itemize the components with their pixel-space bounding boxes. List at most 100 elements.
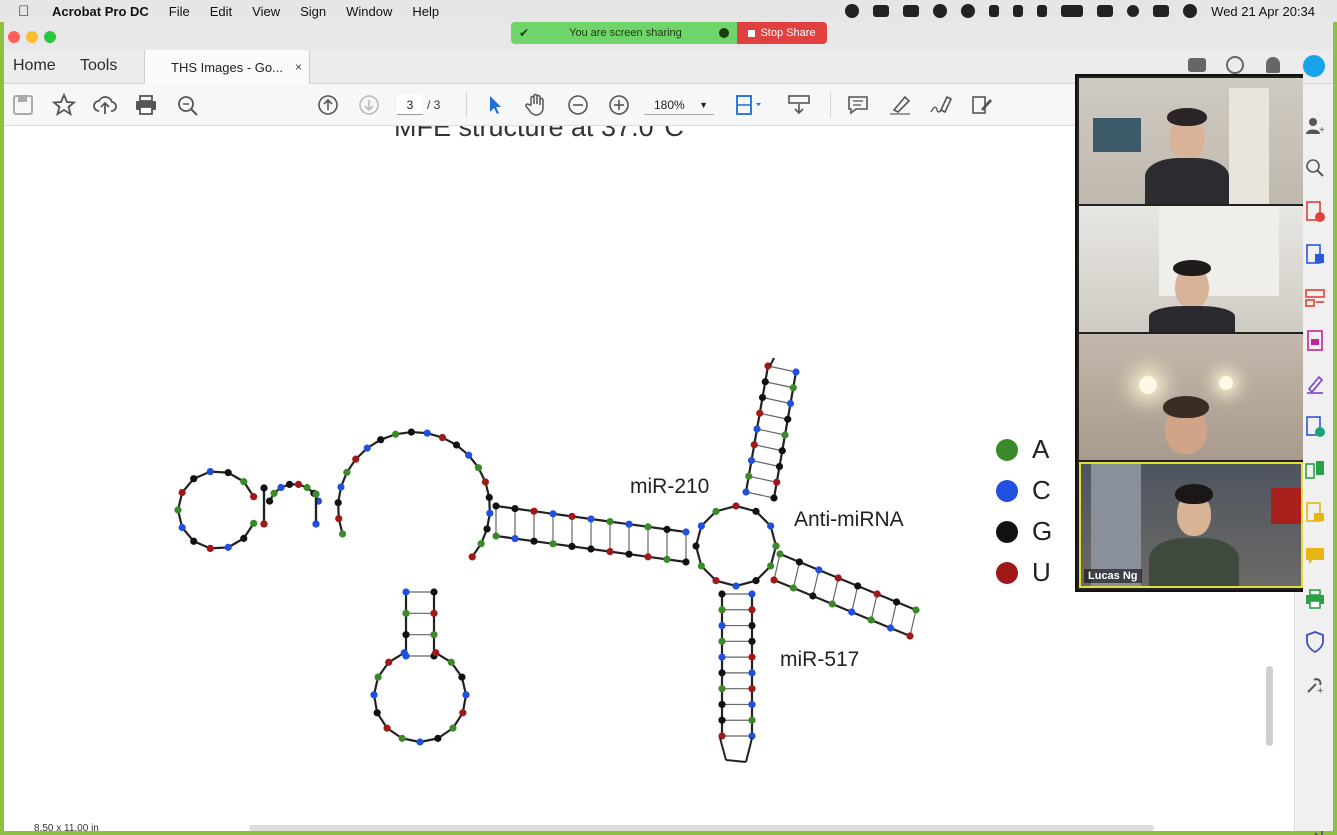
- sync-icon[interactable]: [933, 4, 948, 18]
- nucleotide: [770, 576, 778, 584]
- edit-icon[interactable]: [970, 94, 994, 116]
- fit-page-icon[interactable]: [734, 94, 762, 116]
- nucleotide: [663, 525, 671, 533]
- nucleotide: [792, 368, 800, 376]
- nucleotide: [462, 691, 470, 699]
- scroll-mode-icon[interactable]: [787, 94, 811, 116]
- stats-icon[interactable]: [989, 5, 1000, 17]
- title-bar: ✔ You are screen sharing Stop Share: [4, 22, 1333, 50]
- export-icon[interactable]: [1304, 416, 1326, 438]
- zoom-select[interactable]: 180% ▼: [644, 96, 714, 115]
- print-icon[interactable]: [134, 94, 158, 116]
- creative-cloud-icon[interactable]: [845, 4, 860, 18]
- backbone-segment: [745, 491, 775, 499]
- label-mir-210: miR-210: [630, 475, 710, 498]
- minimize-window-button[interactable]: [26, 31, 38, 43]
- toolbar-divider: [830, 92, 831, 118]
- comment-tool-icon[interactable]: [1304, 545, 1326, 567]
- nucleotide: [732, 582, 740, 590]
- save-icon[interactable]: [12, 94, 34, 116]
- page-number-input[interactable]: 3: [397, 95, 423, 115]
- collapse-icon[interactable]: [1304, 826, 1326, 835]
- zoom-in-icon[interactable]: [608, 94, 630, 116]
- profile-icon[interactable]: [1303, 55, 1325, 77]
- cloud-icon[interactable]: [903, 5, 920, 17]
- wifi-icon[interactable]: [1097, 5, 1114, 17]
- spotlight-icon[interactable]: [1127, 5, 1140, 17]
- menu-edit[interactable]: Edit: [210, 4, 232, 19]
- bluetooth-icon[interactable]: [1037, 5, 1048, 17]
- star-icon[interactable]: [52, 93, 76, 116]
- page-down-icon[interactable]: [358, 94, 380, 116]
- nucleotide: [718, 637, 726, 645]
- nucleotide: [486, 509, 494, 517]
- nucleotide: [606, 518, 614, 526]
- nucleotide: [392, 430, 400, 438]
- protect-icon[interactable]: [1304, 631, 1326, 653]
- horizontal-scrollbar[interactable]: [249, 825, 1154, 831]
- siri-icon[interactable]: [1183, 4, 1198, 18]
- fill-sign-icon[interactable]: [1304, 373, 1326, 395]
- zoom-meeting-icon[interactable]: [873, 5, 890, 17]
- nucleotide: [697, 562, 705, 570]
- upload-icon[interactable]: [93, 94, 117, 116]
- video-tile-2[interactable]: [1079, 206, 1303, 332]
- sign-icon[interactable]: [929, 94, 953, 116]
- nucleotide: [834, 574, 842, 582]
- compare-icon[interactable]: [1304, 459, 1326, 481]
- app-menu[interactable]: Acrobat Pro DC: [52, 4, 149, 19]
- screen-share-banner: ✔ You are screen sharing Stop Share: [511, 22, 827, 44]
- menu-help[interactable]: Help: [412, 4, 439, 19]
- battery-icon[interactable]: [1061, 5, 1084, 17]
- video-tile-active-speaker[interactable]: Lucas Ng: [1079, 462, 1303, 588]
- nucleotide: [815, 566, 823, 574]
- hat-icon[interactable]: [961, 4, 976, 18]
- export-pdf-icon[interactable]: [1304, 201, 1326, 223]
- nucleotide: [682, 558, 690, 566]
- control-center-icon[interactable]: [1153, 5, 1170, 17]
- close-tab-icon[interactable]: ×: [295, 60, 302, 74]
- legend-label-g: G: [1032, 516, 1053, 546]
- maximize-window-button[interactable]: [44, 31, 56, 43]
- bell-icon[interactable]: [1266, 57, 1280, 73]
- send-comments-icon[interactable]: [1304, 502, 1326, 524]
- highlight-icon[interactable]: [888, 94, 912, 116]
- tab-document[interactable]: THS Images - Go... ×: [144, 50, 310, 85]
- video-tile-1[interactable]: [1079, 78, 1303, 204]
- participant-4-hair: [1175, 484, 1213, 504]
- zoom-icon[interactable]: [1304, 157, 1326, 179]
- backbone-segment: [773, 553, 781, 581]
- menu-file[interactable]: File: [169, 4, 190, 19]
- menu-sign[interactable]: Sign: [300, 4, 326, 19]
- share-user-icon[interactable]: +: [1304, 114, 1326, 136]
- organize-icon[interactable]: [1304, 287, 1326, 309]
- backbone-segment: [748, 475, 777, 483]
- menu-window[interactable]: Window: [346, 4, 392, 19]
- page-up-icon[interactable]: [317, 94, 339, 116]
- tab-home[interactable]: Home: [13, 57, 56, 75]
- close-window-button[interactable]: [8, 31, 20, 43]
- create-pdf-icon[interactable]: [1304, 244, 1326, 266]
- zoom-out-icon[interactable]: [567, 94, 589, 116]
- comment-icon[interactable]: [847, 94, 869, 116]
- more-tools-icon[interactable]: +: [1304, 674, 1326, 696]
- help-icon[interactable]: [1226, 56, 1244, 74]
- form-icon[interactable]: [1304, 330, 1326, 352]
- menu-view[interactable]: View: [252, 4, 280, 19]
- search-icon[interactable]: [176, 94, 200, 116]
- door: [1229, 88, 1269, 204]
- nucleotide: [459, 709, 467, 717]
- stop-share-button[interactable]: Stop Share: [737, 22, 827, 44]
- select-icon[interactable]: [486, 94, 504, 116]
- print-production-icon[interactable]: [1304, 588, 1326, 610]
- nucleotide: [663, 555, 671, 563]
- tab-tools[interactable]: Tools: [80, 57, 117, 75]
- hand-icon[interactable]: [525, 93, 547, 116]
- video-tile-3[interactable]: [1079, 334, 1303, 460]
- vertical-scrollbar[interactable]: [1266, 666, 1273, 746]
- clock[interactable]: Wed 21 Apr 20:34: [1211, 4, 1315, 19]
- chat-icon[interactable]: [1188, 58, 1206, 72]
- nucleotide: [761, 378, 769, 386]
- input-icon[interactable]: [1013, 5, 1024, 17]
- apple-icon[interactable]: : [18, 3, 34, 20]
